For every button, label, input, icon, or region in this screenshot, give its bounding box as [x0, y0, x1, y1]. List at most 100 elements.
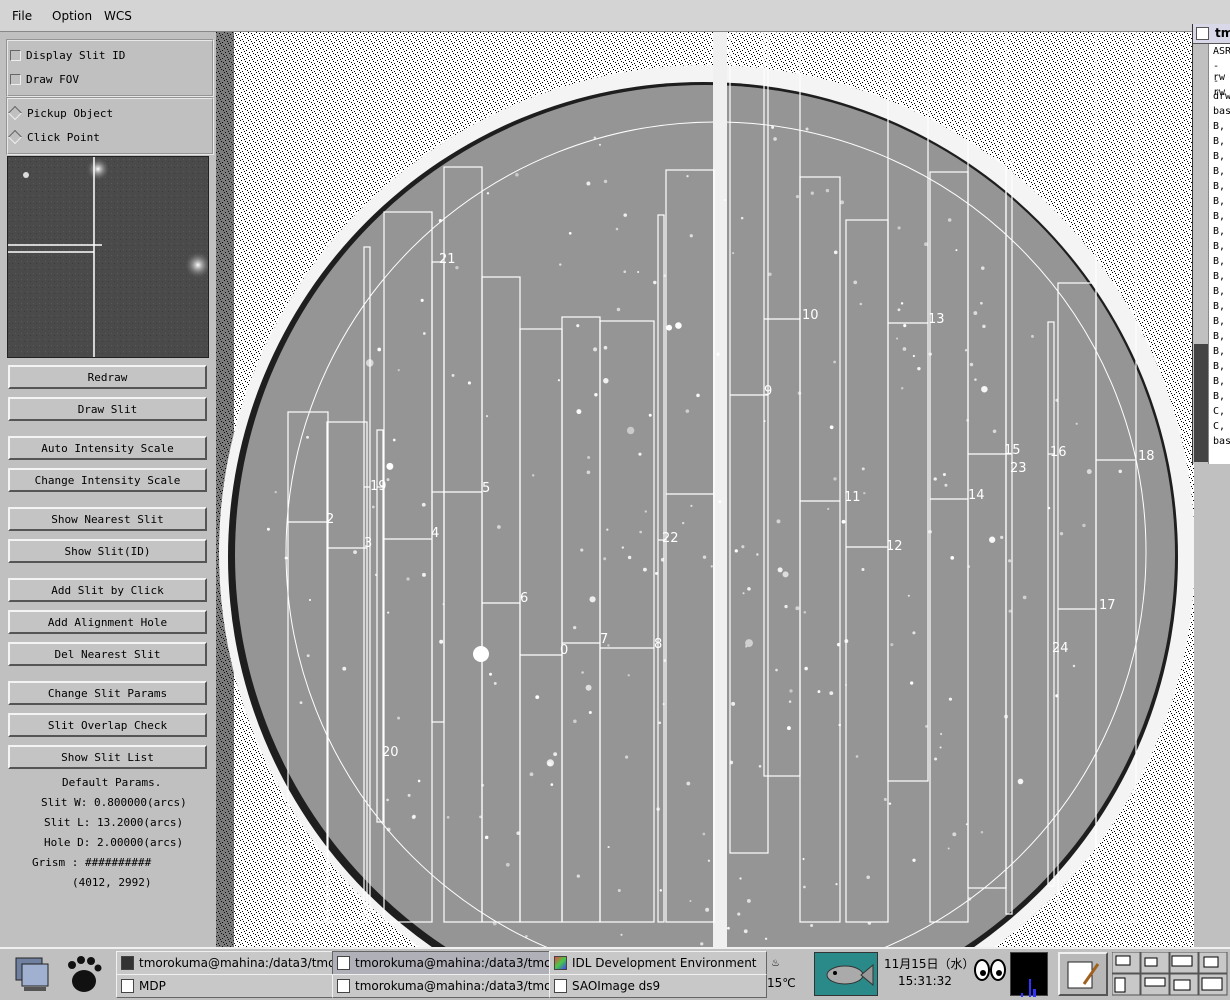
star — [588, 710, 592, 714]
show-nearest-slit-button[interactable]: Show Nearest Slit — [8, 507, 207, 531]
star — [284, 556, 288, 560]
task-mdp[interactable]: MDP — [116, 974, 335, 998]
star — [716, 352, 720, 357]
star — [817, 690, 821, 693]
idl-icon — [554, 956, 567, 970]
star — [559, 263, 562, 266]
star — [803, 885, 806, 889]
star — [1075, 422, 1078, 425]
star — [940, 732, 943, 736]
notepad-icon[interactable] — [1058, 952, 1108, 996]
checkbox-icon — [10, 73, 21, 85]
terminal-line: bas — [1213, 106, 1230, 117]
weather-temperature: 15℃ — [767, 976, 796, 990]
slit-id-label: 16 — [1050, 445, 1067, 460]
task-idl[interactable]: IDL Development Environment — [549, 951, 767, 975]
star — [942, 472, 946, 477]
star — [747, 587, 751, 591]
click-point-radio[interactable]: Click Point — [7, 128, 100, 146]
menu-option[interactable]: Option — [52, 9, 92, 23]
image-display[interactable]: 2 3 19 4 21 5 6 0 7 8 22 9 10 11 12 13 14 15 23 16 17 18 24 20 — [216, 32, 1194, 947]
radio-diamond-icon — [7, 105, 23, 121]
slit-id-label: 9 — [764, 384, 772, 399]
star — [515, 173, 519, 177]
terminal-line: B, — [1213, 361, 1226, 372]
pickup-object-radio[interactable]: Pickup Object — [7, 104, 113, 122]
menu-wcs[interactable]: WCS — [104, 9, 132, 23]
star — [553, 752, 558, 757]
slit-overlap-check-button[interactable]: Slit Overlap Check — [8, 713, 207, 737]
mask-image-canvas[interactable]: 23194215607 8229101112131415231617182420 — [216, 32, 1194, 947]
star — [743, 929, 748, 934]
computer-monitor-icon[interactable] — [10, 954, 54, 994]
fish-icon[interactable] — [814, 952, 878, 996]
star — [795, 194, 800, 199]
star — [489, 672, 493, 676]
auto-intensity-scale-button[interactable]: Auto Intensity Scale — [8, 436, 207, 460]
task-terminal-2[interactable]: tmorokuma@mahina:/data3/tmor — [332, 951, 552, 975]
window-icon — [1196, 27, 1209, 40]
star — [710, 565, 713, 568]
star — [705, 907, 710, 912]
star — [988, 536, 996, 543]
star — [568, 231, 572, 235]
task-ds9[interactable]: SAOImage ds9 — [549, 974, 767, 998]
slit-id-label: 11 — [844, 490, 861, 505]
change-slit-params-button[interactable]: Change Slit Params — [8, 681, 207, 705]
terminal-line: B, — [1213, 151, 1226, 162]
show-slit-list-button[interactable]: Show Slit List — [8, 745, 207, 769]
task-terminal-3[interactable]: tmorokuma@mahina:/data3/tmor — [332, 974, 552, 998]
window-icon — [554, 979, 567, 993]
task-terminal-1[interactable]: tmorokuma@mahina:/data3/tmor — [116, 951, 335, 975]
terminal-line: B, — [1213, 121, 1226, 132]
slit-id-label: 24 — [1052, 641, 1069, 656]
star — [496, 525, 501, 529]
draw-fov-checkbox[interactable]: Draw FOV — [10, 70, 79, 88]
star — [863, 491, 866, 495]
star — [406, 577, 410, 581]
terminal-line: C, — [1213, 421, 1226, 432]
gnome-foot-icon[interactable] — [62, 953, 106, 995]
star — [675, 322, 682, 329]
terminal-titlebar[interactable]: tm — [1193, 24, 1230, 44]
workspace-pager[interactable] — [1111, 951, 1228, 996]
star — [955, 249, 958, 252]
terminal-icon — [121, 956, 134, 970]
star — [535, 695, 540, 700]
star — [746, 898, 751, 903]
star — [274, 491, 277, 494]
star — [732, 252, 735, 255]
star — [737, 912, 741, 916]
star — [964, 349, 968, 352]
star — [586, 470, 591, 475]
terminal-scrollbar[interactable] — [1193, 44, 1209, 464]
scrollbar-thumb[interactable] — [1194, 344, 1208, 462]
star — [485, 415, 489, 418]
terminal-line: B, — [1213, 196, 1226, 207]
display-slit-id-checkbox[interactable]: Display Slit ID — [10, 46, 125, 64]
terminal-window[interactable]: tm ASR-rw-rwdrwbasB,B,B,B,B,B,B,B,B,B,B,… — [1192, 24, 1230, 464]
slit-id-label: 10 — [802, 308, 819, 323]
star — [397, 369, 400, 372]
star — [742, 592, 745, 595]
star — [342, 666, 347, 671]
change-intensity-scale-button[interactable]: Change Intensity Scale — [8, 468, 207, 492]
show-slit-id-button[interactable]: Show Slit(ID) — [8, 539, 207, 563]
zoom-view[interactable] — [7, 156, 209, 358]
star — [550, 783, 554, 786]
slit-id-label: 4 — [431, 526, 439, 541]
clock-date: 11月15日（水） — [884, 957, 975, 971]
star — [546, 759, 554, 767]
star — [603, 557, 607, 561]
redraw-button[interactable]: Redraw — [8, 365, 207, 389]
add-alignment-hole-button[interactable]: Add Alignment Hole — [8, 610, 207, 634]
star — [585, 684, 592, 691]
slit-id-label: 14 — [968, 488, 985, 503]
star — [1000, 535, 1004, 539]
draw-slit-button[interactable]: Draw Slit — [8, 397, 207, 421]
menu-file[interactable]: File — [12, 9, 32, 23]
add-slit-by-click-button[interactable]: Add Slit by Click — [8, 578, 207, 602]
star — [947, 847, 950, 850]
del-nearest-slit-button[interactable]: Del Nearest Slit — [8, 642, 207, 666]
star — [840, 200, 845, 205]
